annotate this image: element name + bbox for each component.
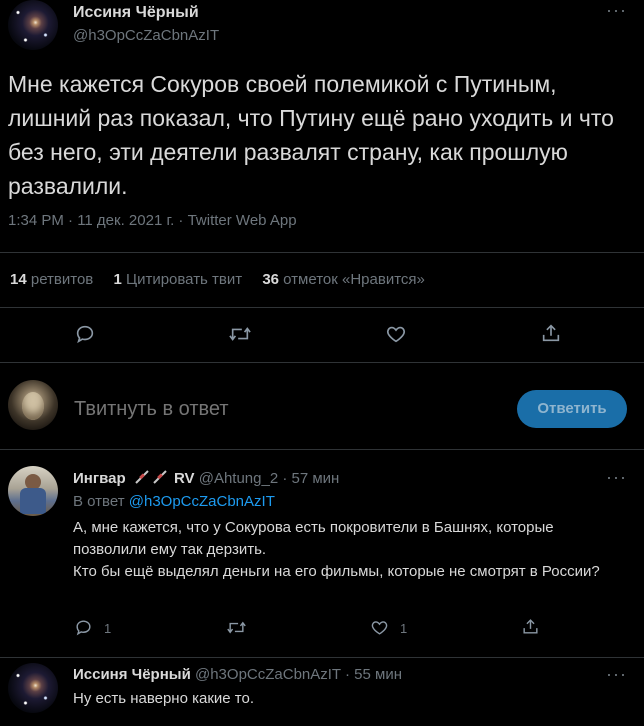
tweet-timestamp[interactable]: 1:34 PM · 11 дек. 2021 г. · Twitter Web … — [8, 212, 297, 229]
retweets-label: ретвитов — [30, 271, 94, 288]
reply2-text: Ну есть наверно какие то. — [73, 690, 254, 707]
reply1-text: А, мне кажется, что у Сокурова есть покр… — [73, 517, 613, 583]
retweets-stat[interactable]: 14 ретвитов — [10, 271, 97, 288]
reply1-reply-count: 1 — [104, 621, 112, 636]
stats-row: 14 ретвитов 1 Цитировать твит 36 отметок… — [10, 271, 425, 288]
likes-count: 36 — [262, 271, 279, 288]
reply2-header: Иссиня Чёрный @h3OpCcZaCbnAzIT · 55 мин — [73, 666, 402, 683]
reply-input[interactable] — [74, 394, 494, 424]
retweets-count: 14 — [10, 271, 27, 288]
reply1-like-count: 1 — [400, 621, 408, 636]
reply1-share-icon[interactable] — [521, 617, 540, 636]
current-user-avatar[interactable] — [8, 380, 58, 430]
reply1-avatar[interactable] — [8, 466, 58, 516]
quotes-stat[interactable]: 1 Цитировать твит — [113, 271, 246, 288]
reply1-more-icon[interactable]: ··· — [606, 468, 627, 486]
reply2-time[interactable]: · 55 мин — [345, 666, 402, 683]
reply1-author-name[interactable]: Ингвар — [73, 470, 126, 487]
reply1-retweet-icon[interactable] — [226, 618, 247, 637]
reply1-reply-to-label: В ответ — [73, 493, 125, 510]
divider-reply1 — [0, 657, 644, 658]
reply-submit-button[interactable]: Ответить — [517, 390, 627, 428]
reply2-more-icon[interactable]: ··· — [606, 665, 627, 683]
author-avatar[interactable] — [8, 0, 58, 50]
reply-icon[interactable] — [74, 323, 96, 345]
divider-stats — [0, 307, 644, 308]
reply1-replying-to: В ответ @h3OpCcZaCbnAzIT — [73, 493, 275, 510]
quotes-label: Цитировать твит — [125, 271, 243, 288]
reply2-author-handle[interactable]: @h3OpCcZaCbnAzIT — [195, 666, 341, 683]
likes-stat[interactable]: 36 отметок «Нравится» — [262, 271, 425, 288]
avatar-face — [22, 392, 44, 420]
reply1-text-line2: Кто бы ещё выделял деньги на его фильмы,… — [73, 563, 600, 580]
reply2-avatar[interactable] — [8, 663, 58, 713]
retweet-icon[interactable] — [228, 323, 252, 345]
like-icon[interactable] — [385, 323, 407, 345]
reply1-text-line1: А, мне кажется, что у Сокурова есть покр… — [73, 519, 554, 558]
author-handle[interactable]: @h3OpCcZaCbnAzIT — [73, 27, 219, 44]
reply1-reply-icon[interactable] — [74, 618, 93, 637]
reply1-author-handle[interactable]: @Ahtung_2 — [199, 470, 278, 487]
divider-composer — [0, 449, 644, 450]
reply2-author-name[interactable]: Иссиня Чёрный — [73, 666, 191, 683]
tweet-text: Мне кажется Сокуров своей полемикой с Пу… — [8, 71, 614, 199]
reply1-header: Ингвар RV @Ahtung_2 · 57 мин — [73, 469, 339, 489]
likes-label: отметок «Нравится» — [283, 271, 425, 288]
reply1-author-suffix[interactable]: RV — [174, 470, 195, 487]
divider-actions — [0, 362, 644, 363]
avatar-body — [20, 488, 46, 514]
more-options-icon[interactable]: ··· — [606, 1, 627, 19]
divider-top — [0, 252, 644, 253]
reply1-reply-to-handle[interactable]: @h3OpCcZaCbnAzIT — [129, 493, 275, 510]
syringe-icon — [134, 469, 170, 489]
reply1-time[interactable]: · 57 мин — [282, 470, 339, 487]
share-icon[interactable] — [540, 322, 562, 344]
author-name[interactable]: Иссиня Чёрный — [73, 4, 199, 22]
quotes-count: 1 — [113, 271, 122, 288]
reply1-like-icon[interactable] — [370, 618, 389, 637]
